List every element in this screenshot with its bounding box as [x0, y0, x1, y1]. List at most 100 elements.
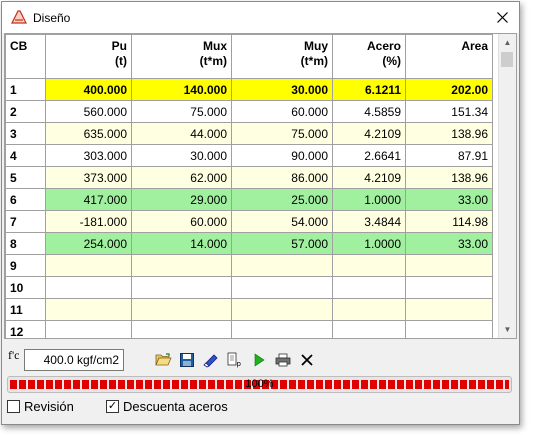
cancel-button[interactable] — [298, 351, 316, 369]
column-header[interactable]: Pu (t) — [45, 34, 132, 79]
row-header-cell[interactable]: 12 — [5, 320, 46, 338]
table-cell[interactable]: 303.000 — [45, 144, 132, 167]
table-cell[interactable]: 33.00 — [405, 188, 493, 211]
table-cell[interactable]: -181.000 — [45, 210, 132, 233]
revision-checkbox[interactable]: Revisión — [7, 399, 74, 414]
design-grid[interactable]: CB Pu (t) Mux (t*m) Muy (t*m) Acero (%) Area 1 400… — [4, 33, 517, 339]
row-header-cell[interactable]: 5 — [5, 166, 46, 189]
table-cell[interactable] — [405, 254, 493, 277]
table-cell[interactable]: 75.000 — [231, 122, 333, 145]
table-cell[interactable] — [131, 276, 232, 299]
table-cell[interactable] — [45, 276, 132, 299]
column-header[interactable]: CB — [5, 34, 46, 79]
table-cell[interactable]: 90.000 — [231, 144, 333, 167]
table-row[interactable]: 10 — [5, 276, 493, 299]
table-cell[interactable]: 2.6641 — [332, 144, 406, 167]
open-button[interactable] — [154, 351, 172, 369]
fc-input[interactable] — [24, 349, 124, 371]
table-cell[interactable] — [131, 320, 232, 338]
table-row[interactable]: 12 — [5, 320, 493, 338]
column-header[interactable]: Muy (t*m) — [231, 34, 333, 79]
descuenta-aceros-checkbox-box[interactable]: ✓ — [106, 400, 119, 413]
column-header[interactable]: Acero (%) — [332, 34, 406, 79]
table-cell[interactable]: 60.000 — [131, 210, 232, 233]
table-cell[interactable]: 60.000 — [231, 100, 333, 123]
table-cell[interactable]: 14.000 — [131, 232, 232, 255]
table-cell[interactable]: 4.2109 — [332, 122, 406, 145]
scroll-down-button[interactable]: ▼ — [499, 321, 516, 338]
table-cell[interactable]: 114.98 — [405, 210, 493, 233]
table-cell[interactable]: 4.2109 — [332, 166, 406, 189]
table-cell[interactable]: 1.0000 — [332, 188, 406, 211]
table-cell[interactable]: 75.000 — [131, 100, 232, 123]
table-cell[interactable]: 29.000 — [131, 188, 232, 211]
row-header-cell[interactable]: 6 — [5, 188, 46, 211]
table-cell[interactable] — [332, 276, 406, 299]
table-cell[interactable] — [231, 254, 333, 277]
table-row[interactable]: 5 373.000 62.000 86.000 4.2109 138.96 — [5, 166, 493, 189]
table-cell[interactable]: 138.96 — [405, 166, 493, 189]
table-row[interactable]: 8 254.000 14.000 57.000 1.0000 33.00 — [5, 232, 493, 255]
table-cell[interactable]: 44.000 — [131, 122, 232, 145]
table-row[interactable]: 4 303.000 30.000 90.000 2.6641 87.91 — [5, 144, 493, 167]
save-button[interactable] — [178, 351, 196, 369]
table-cell[interactable]: 57.000 — [231, 232, 333, 255]
table-row[interactable]: 11 — [5, 298, 493, 321]
table-cell[interactable]: 30.000 — [231, 78, 333, 101]
run-button[interactable] — [250, 351, 268, 369]
table-cell[interactable]: 140.000 — [131, 78, 232, 101]
table-cell[interactable]: 33.00 — [405, 232, 493, 255]
table-cell[interactable] — [231, 298, 333, 321]
table-cell[interactable] — [405, 276, 493, 299]
column-header[interactable]: Mux (t*m) — [131, 34, 232, 79]
table-cell[interactable]: 30.000 — [131, 144, 232, 167]
row-header-cell[interactable]: 7 — [5, 210, 46, 233]
table-cell[interactable] — [231, 276, 333, 299]
table-row[interactable]: 2 560.000 75.000 60.000 4.5859 151.34 — [5, 100, 493, 123]
table-cell[interactable] — [131, 298, 232, 321]
table-cell[interactable] — [45, 298, 132, 321]
table-cell[interactable]: 6.1211 — [332, 78, 406, 101]
table-cell[interactable]: 373.000 — [45, 166, 132, 189]
table-cell[interactable]: 86.000 — [231, 166, 333, 189]
table-cell[interactable]: 254.000 — [45, 232, 132, 255]
row-header-cell[interactable]: 10 — [5, 276, 46, 299]
row-header-cell[interactable]: 4 — [5, 144, 46, 167]
table-cell[interactable]: 4.5859 — [332, 100, 406, 123]
table-cell[interactable]: 1.0000 — [332, 232, 406, 255]
row-header-cell[interactable]: 8 — [5, 232, 46, 255]
table-cell[interactable]: 87.91 — [405, 144, 493, 167]
table-cell[interactable] — [45, 254, 132, 277]
table-cell[interactable]: 3.4844 — [332, 210, 406, 233]
table-row[interactable]: 3 635.000 44.000 75.000 4.2109 138.96 — [5, 122, 493, 145]
row-header-cell[interactable]: 3 — [5, 122, 46, 145]
table-row[interactable]: 6 417.000 29.000 25.000 1.0000 33.00 — [5, 188, 493, 211]
eraser-button[interactable] — [202, 351, 220, 369]
table-row[interactable]: 1 400.000 140.000 30.000 6.1211 202.00 — [5, 78, 493, 101]
print-button[interactable] — [274, 351, 292, 369]
table-cell[interactable]: 417.000 — [45, 188, 132, 211]
table-cell[interactable]: 25.000 — [231, 188, 333, 211]
table-cell[interactable]: 400.000 — [45, 78, 132, 101]
table-cell[interactable]: 560.000 — [45, 100, 132, 123]
table-cell[interactable] — [405, 320, 493, 338]
scroll-up-button[interactable]: ▲ — [499, 34, 516, 51]
table-cell[interactable] — [405, 298, 493, 321]
table-row[interactable]: 9 — [5, 254, 493, 277]
table-cell[interactable] — [332, 320, 406, 338]
table-cell[interactable] — [45, 320, 132, 338]
table-cell[interactable]: 151.34 — [405, 100, 493, 123]
table-cell[interactable]: 202.00 — [405, 78, 493, 101]
table-cell[interactable]: 138.96 — [405, 122, 493, 145]
revision-checkbox-box[interactable] — [7, 400, 20, 413]
descuenta-aceros-checkbox[interactable]: ✓ Descuenta aceros — [106, 399, 228, 414]
row-header-cell[interactable]: 11 — [5, 298, 46, 321]
table-cell[interactable] — [131, 254, 232, 277]
row-header-cell[interactable]: 2 — [5, 100, 46, 123]
row-header-cell[interactable]: 1 — [5, 78, 46, 101]
row-header-cell[interactable]: 9 — [5, 254, 46, 277]
close-window-button[interactable] — [491, 6, 513, 28]
table-cell[interactable]: 635.000 — [45, 122, 132, 145]
vertical-scrollbar[interactable]: ▲ ▼ — [498, 34, 516, 338]
column-header[interactable]: Area — [405, 34, 493, 79]
